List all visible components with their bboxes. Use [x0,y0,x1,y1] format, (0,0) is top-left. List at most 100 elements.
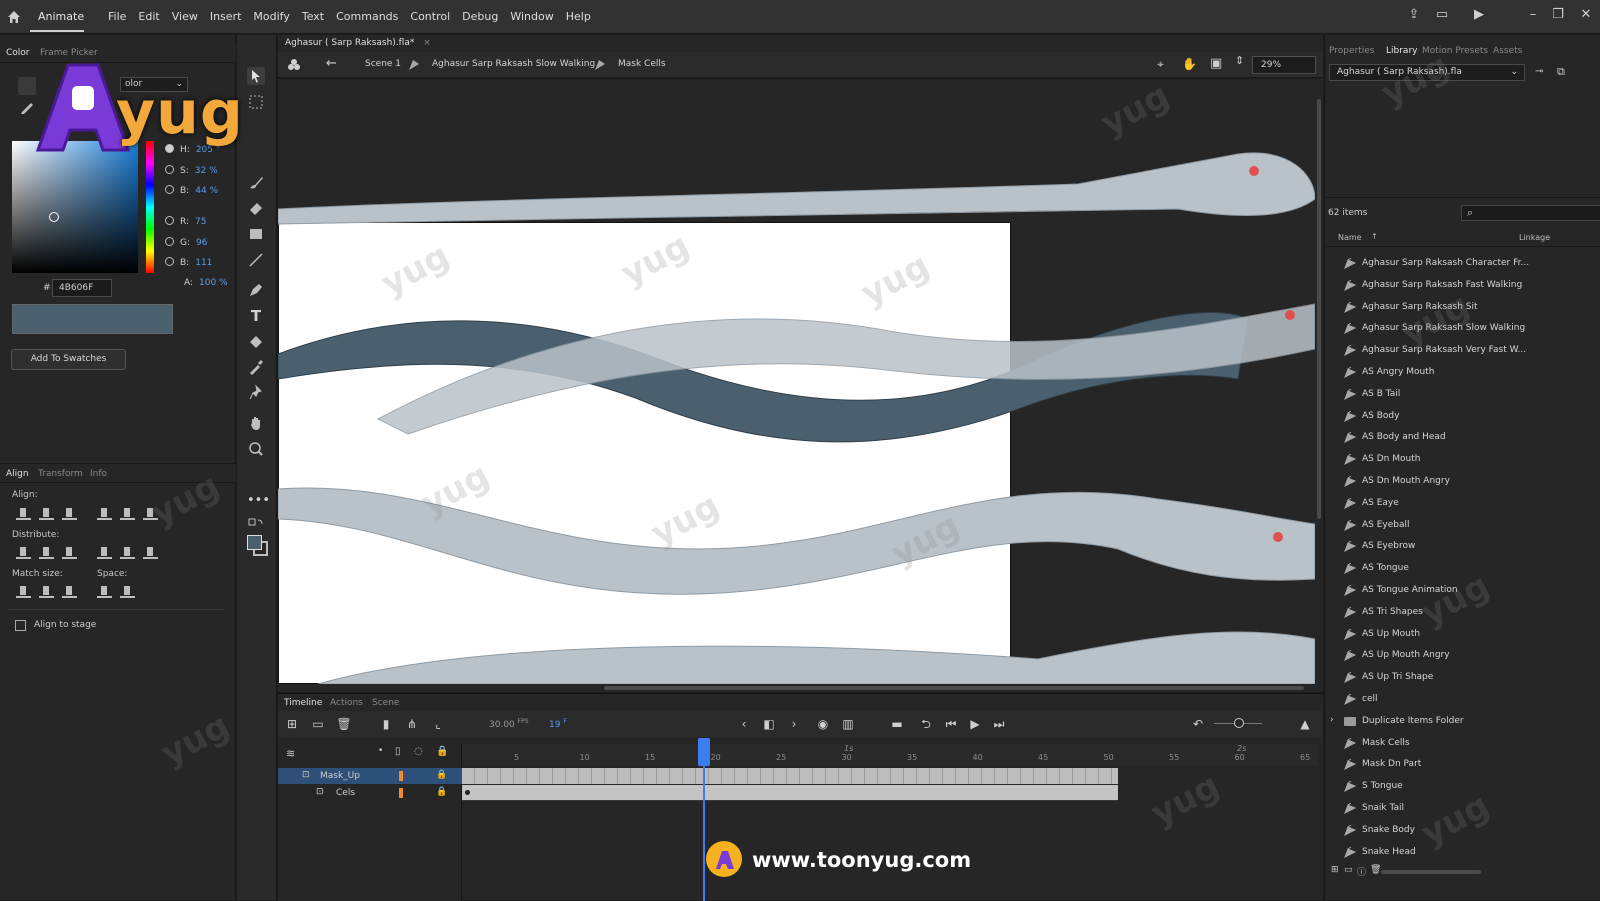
more-tools-icon[interactable]: ••• [247,493,270,511]
menu-control[interactable]: Control [404,10,456,23]
canvas-vertical-scrollbar[interactable] [1315,79,1323,684]
eyedropper-tool-icon[interactable] [247,358,265,376]
step-back-icon[interactable]: ⏮ [943,716,959,732]
close-icon[interactable]: ✕ [1577,6,1595,24]
new-folder-icon[interactable]: ▭ [310,716,326,732]
library-item[interactable]: AS Dn Mouth Angry [1325,471,1600,492]
rectangle-tool-icon[interactable] [247,225,265,243]
frame-row-mask-up[interactable] [462,768,1118,784]
align-right-icon[interactable] [62,507,77,520]
zoom-stepper-icon[interactable]: ⇕ [1235,54,1244,67]
library-item[interactable]: Mask Dn Part [1325,754,1600,775]
snake-artwork[interactable] [278,79,1315,684]
stage-canvas[interactable] [278,79,1315,684]
pin-tool-icon[interactable] [247,384,265,402]
tab-assets[interactable]: Assets [1493,46,1522,56]
next-keyframe-icon[interactable]: › [786,716,802,732]
camera-icon[interactable]: ▮ [378,716,394,732]
red-value[interactable]: 75 [195,217,206,227]
breadcrumb-mask-cells[interactable]: Mask Cells [618,59,666,69]
collapse-icon[interactable]: ▲ [1297,716,1313,732]
match-width-icon[interactable] [16,585,31,598]
menu-file[interactable]: File [102,10,132,23]
menu-modify[interactable]: Modify [247,10,295,23]
current-frame-readout[interactable]: 19 F [549,718,567,730]
edit-scene-icon[interactable] [286,57,302,73]
library-folder[interactable]: › Duplicate Items Folder [1325,711,1600,732]
outline-icon[interactable]: ▯ [395,746,401,757]
library-item[interactable]: AS Angry Mouth [1325,362,1600,383]
snake-body[interactable] [278,152,1315,225]
camera-icon[interactable]: ✋ [1182,57,1197,71]
column-linkage[interactable]: Linkage [1519,233,1550,242]
home-icon[interactable] [6,9,22,25]
canvas-horizontal-scrollbar[interactable] [278,684,1323,692]
clip-canvas-icon[interactable]: ▣ [1210,56,1222,71]
close-tab-icon[interactable]: × [423,38,431,48]
new-layer-icon[interactable]: ⊞ [284,716,300,732]
scroll-thumb[interactable] [604,686,1304,690]
paint-bucket-tool-icon[interactable] [247,333,265,351]
menu-commands[interactable]: Commands [330,10,404,23]
eraser-tool-icon[interactable] [247,199,265,217]
alpha-row[interactable]: A: 100 % [184,278,228,288]
distribute-hcenter-icon[interactable] [120,546,135,559]
align-middle-icon[interactable] [120,507,135,520]
tab-library[interactable]: Library [1386,46,1417,56]
fps-readout[interactable]: 30.00 FPS [489,718,529,730]
hand-tool-icon[interactable] [247,414,265,432]
library-item[interactable]: AS Up Mouth Angry [1325,645,1600,666]
blue-row[interactable]: B: 111 [165,257,212,268]
workspace-icon[interactable]: ▭ [1433,6,1451,24]
timeline-zoom-slider[interactable] [1214,718,1262,728]
saturation-brightness-picker[interactable] [12,141,138,273]
space-vertical-icon[interactable] [97,585,112,598]
align-to-stage-checkbox[interactable] [15,620,26,631]
blue-radio[interactable] [165,257,174,266]
highlight-icon[interactable]: • [378,746,383,756]
delete-icon[interactable]: 🗑 [336,716,352,732]
library-item[interactable]: Aghasur Sarp Raksash Very Fast W... [1325,340,1600,361]
playhead[interactable] [703,738,705,901]
text-tool-icon[interactable]: T [247,307,265,325]
fill-stroke-color-icon[interactable] [247,535,269,557]
frame-span[interactable] [462,785,1118,800]
align-center-icon[interactable] [39,507,54,520]
space-horizontal-icon[interactable] [120,585,135,598]
tab-actions[interactable]: Actions [330,698,363,708]
library-item[interactable]: AS Body [1325,406,1600,427]
tab-info[interactable]: Info [90,469,107,479]
library-item[interactable]: Snake Head [1325,842,1600,863]
lock-icon[interactable]: 🔒 [436,787,447,797]
graph-icon[interactable]: ⌞ [430,716,446,732]
align-top-icon[interactable] [97,507,112,520]
library-item[interactable]: AS Up Mouth [1325,624,1600,645]
snap-icon[interactable]: ⌖ [1157,57,1164,72]
menu-debug[interactable]: Debug [456,10,504,23]
tab-transform[interactable]: Transform [38,469,83,479]
alpha-value[interactable]: 100 [199,278,216,288]
column-name[interactable]: Name [1338,233,1362,242]
green-radio[interactable] [165,237,174,246]
pen-tool-icon[interactable] [247,281,265,299]
line-tool-icon[interactable] [247,251,265,269]
frame-ruler[interactable]: 5 10 15 20 25 30 35 40 45 50 55 60 65 1s 2s [462,744,1317,766]
menu-view[interactable]: View [166,10,204,23]
library-search-input[interactable]: ⌕ [1461,205,1600,221]
back-arrow-icon[interactable]: ← [326,56,337,71]
library-item[interactable]: Aghasur Sarp Raksash Fast Walking [1325,275,1600,296]
test-movie-icon[interactable]: ▶ [1470,6,1488,24]
insert-keyframe-icon[interactable]: ◧ [761,716,777,732]
menu-edit[interactable]: Edit [132,10,165,23]
tab-color[interactable]: Color [6,48,30,58]
library-item[interactable]: Aghasur Sarp Raksash Character Fr... [1325,253,1600,274]
library-item[interactable]: AS B Tail [1325,384,1600,405]
tab-align[interactable]: Align [6,469,29,479]
library-item[interactable]: Mask Cells [1325,733,1600,754]
green-value[interactable]: 96 [196,238,207,248]
play-icon[interactable]: ▶ [967,716,983,732]
insert-blank-keyframe-icon[interactable]: ▬ [889,716,905,732]
saturation-row[interactable]: S: 32 % [165,165,218,176]
add-to-swatches-button[interactable]: Add To Swatches [11,349,126,370]
loop-icon[interactable]: ⮌ [918,716,934,732]
